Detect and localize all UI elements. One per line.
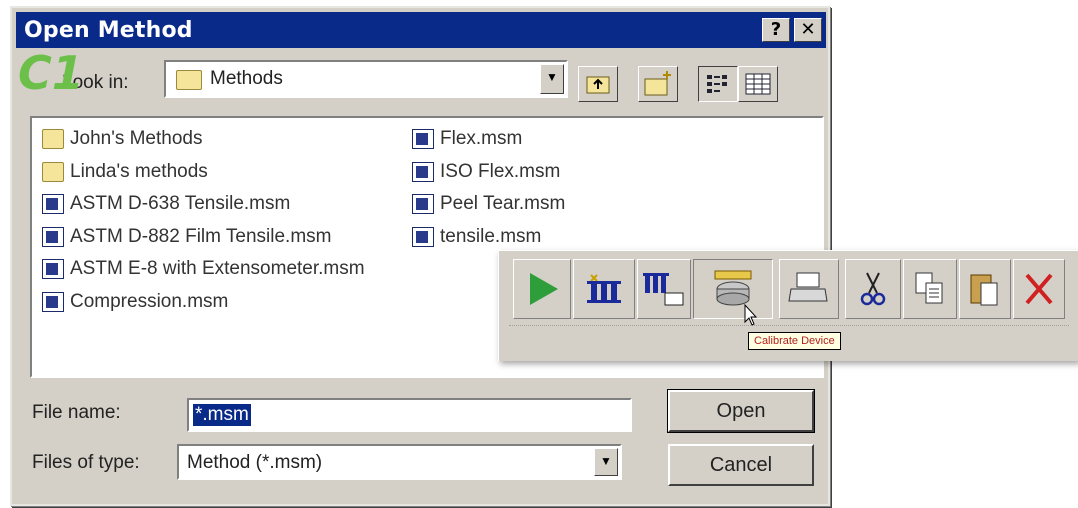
file-item-label: ASTM E-8 with Extensometer.msm	[70, 258, 365, 280]
title-bar: Open Method ? ✕	[16, 12, 826, 48]
folder-item[interactable]: John's Methods	[42, 124, 202, 154]
file-item[interactable]: ASTM D-638 Tensile.msm	[42, 189, 290, 219]
method-file-icon	[412, 226, 434, 247]
mouse-pointer-icon	[744, 304, 758, 326]
file-item-label: ASTM D-882 Film Tensile.msm	[70, 225, 332, 247]
folder-icon	[176, 70, 202, 90]
look-in-value: Methods	[210, 68, 283, 89]
look-in-combo[interactable]: Methods ▼	[164, 60, 568, 98]
files-of-type-select[interactable]: Method (*.msm) ▼	[177, 444, 622, 480]
file-item-label: ASTM D-638 Tensile.msm	[70, 193, 291, 215]
file-item-label: Peel Tear.msm	[440, 193, 566, 215]
cut-button[interactable]	[845, 259, 901, 319]
details-view-icon	[745, 73, 771, 95]
method-file-icon	[42, 259, 64, 280]
specimen-list-button[interactable]	[637, 259, 691, 319]
files-of-type-label: Files of type:	[32, 452, 140, 473]
method-file-icon	[42, 226, 64, 247]
file-item[interactable]: Compression.msm	[42, 287, 228, 317]
method-file-icon	[412, 194, 434, 215]
file-item[interactable]: Flex.msm	[412, 124, 522, 154]
specimen-list-icon	[643, 273, 684, 306]
print-icon	[788, 272, 828, 302]
look-in-dropdown-arrow[interactable]: ▼	[540, 64, 564, 94]
file-item-label: John's Methods	[70, 128, 203, 149]
method-file-icon	[412, 161, 434, 182]
close-button[interactable]: ✕	[794, 18, 822, 42]
copy-icon	[915, 272, 943, 304]
file-item-label: Linda's methods	[70, 160, 208, 182]
cancel-button[interactable]: Cancel	[668, 444, 814, 486]
file-name-input[interactable]: *.msm	[187, 398, 632, 432]
dialog-title: Open Method	[24, 18, 193, 43]
new-specimen-button[interactable]	[573, 259, 635, 319]
paste-button[interactable]	[959, 259, 1011, 319]
print-button[interactable]	[779, 259, 839, 319]
file-item[interactable]: ASTM E-8 with Extensometer.msm	[42, 254, 365, 284]
paste-icon	[970, 274, 998, 306]
file-item[interactable]: tensile.msm	[412, 222, 541, 252]
files-of-type-dropdown-arrow[interactable]: ▼	[594, 448, 618, 476]
file-item-label: Compression.msm	[70, 291, 229, 312]
folder-item[interactable]: Linda's methods	[42, 157, 208, 187]
run-icon	[530, 273, 558, 305]
file-item[interactable]: ISO Flex.msm	[412, 157, 560, 187]
delete-button[interactable]	[1013, 259, 1065, 319]
up-one-level-button[interactable]	[578, 66, 618, 102]
open-button[interactable]: Open	[667, 389, 815, 433]
new-specimen-icon	[587, 274, 621, 303]
up-folder-icon	[586, 76, 610, 94]
method-file-icon	[412, 129, 434, 149]
details-view-button[interactable]	[738, 66, 778, 102]
file-name-label: File name:	[32, 402, 121, 423]
file-item-label: ISO Flex.msm	[440, 160, 561, 182]
list-view-icon	[707, 75, 727, 93]
toolbar-divider	[509, 325, 1069, 326]
file-item-label: Flex.msm	[440, 128, 523, 149]
new-folder-icon	[644, 71, 671, 96]
run-button[interactable]	[513, 259, 571, 319]
method-file-icon	[42, 194, 64, 215]
files-of-type-value: Method (*.msm)	[187, 452, 323, 473]
delete-icon	[1025, 273, 1053, 305]
file-item-label: tensile.msm	[440, 225, 542, 247]
calibrate-device-button[interactable]	[693, 259, 773, 319]
copy-button[interactable]	[903, 259, 957, 319]
file-item[interactable]: Peel Tear.msm	[412, 189, 565, 219]
calibrate-device-tooltip: Calibrate Device	[748, 332, 841, 350]
c1-badge: C1	[18, 46, 84, 100]
create-new-folder-button[interactable]	[638, 66, 678, 102]
folder-icon	[42, 161, 64, 182]
file-name-value: *.msm	[193, 404, 251, 426]
file-item[interactable]: ASTM D-882 Film Tensile.msm	[42, 222, 331, 252]
list-view-button[interactable]	[698, 66, 738, 102]
method-file-icon	[42, 292, 64, 312]
folder-icon	[42, 129, 64, 149]
help-button[interactable]: ?	[762, 18, 790, 42]
cut-icon	[860, 272, 886, 306]
